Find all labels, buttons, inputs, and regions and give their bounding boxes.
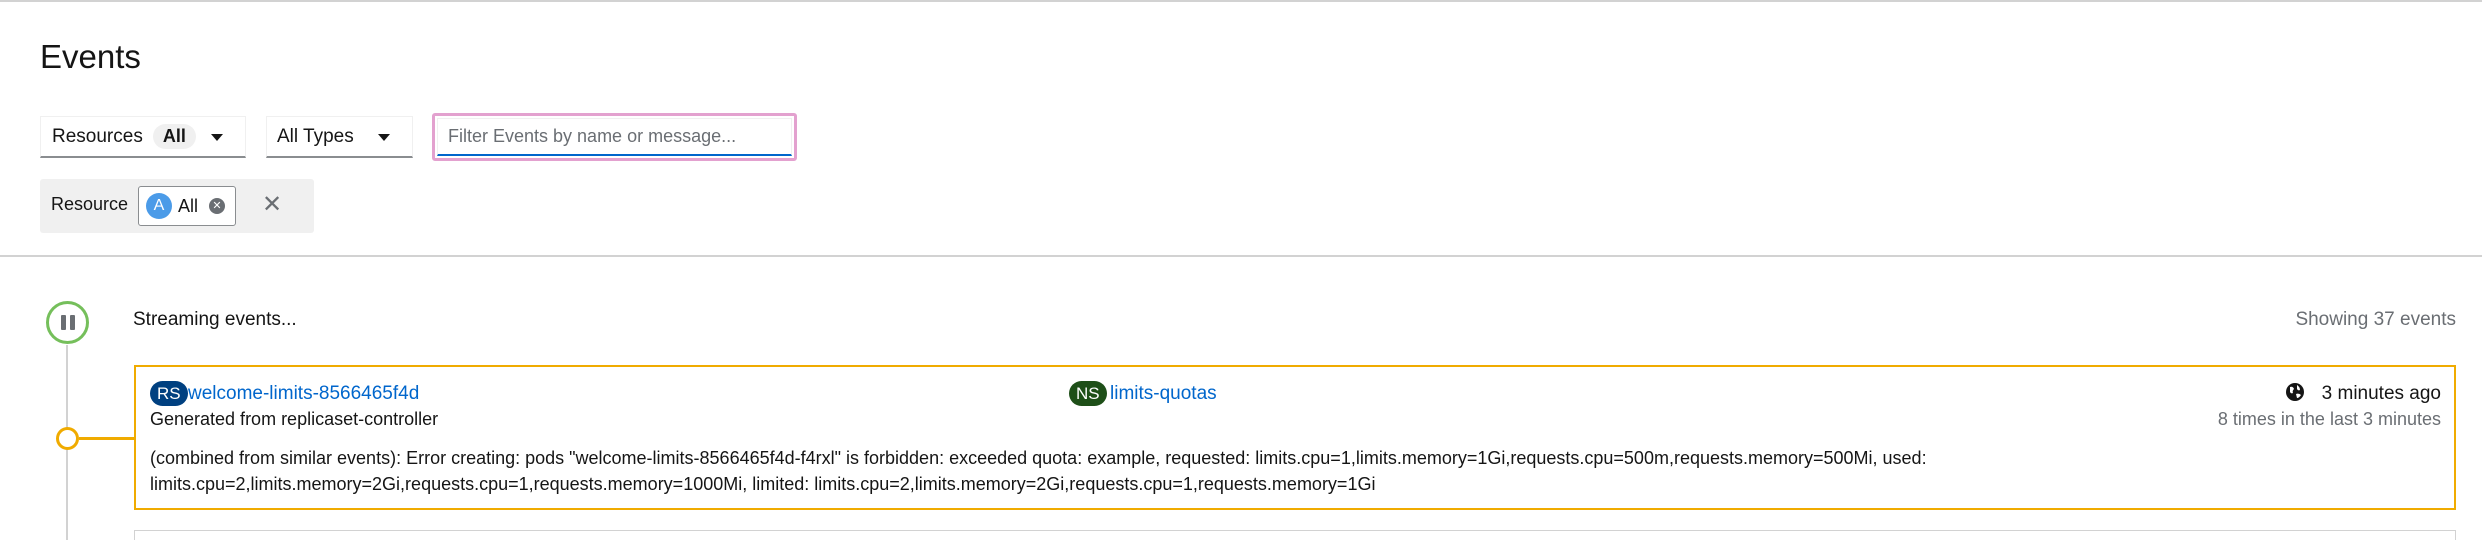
resources-dropdown-label: Resources bbox=[52, 125, 143, 147]
resource-chip-all: A All ✕ bbox=[138, 186, 236, 226]
filter-events-input[interactable] bbox=[437, 118, 792, 156]
resource-chip-group: Resource A All ✕ ✕ bbox=[40, 179, 314, 233]
events-count: Showing 37 events bbox=[2295, 309, 2456, 330]
top-border bbox=[0, 0, 2482, 2]
event-count: 8 times in the last 3 minutes bbox=[2217, 409, 2441, 429]
close-circle-icon[interactable]: ✕ bbox=[209, 198, 226, 214]
caret-down-icon bbox=[378, 134, 390, 141]
namespace-badge: NS bbox=[1069, 381, 1107, 406]
caret-down-icon bbox=[211, 134, 223, 141]
replicaset-badge: RS bbox=[150, 381, 188, 406]
section-divider bbox=[0, 255, 2482, 257]
resources-count-badge: All bbox=[152, 124, 196, 149]
event-card: RS welcome-limits-8566465f4d NS limits-q… bbox=[134, 365, 2456, 510]
chip-label: All bbox=[178, 195, 199, 216]
types-dropdown-label: All Types bbox=[277, 125, 354, 147]
namespace-link[interactable]: limits-quotas bbox=[1110, 381, 1217, 406]
pause-icon-bar bbox=[69, 315, 75, 330]
page-title: Events bbox=[40, 38, 141, 75]
globe-icon bbox=[2286, 383, 2304, 401]
types-dropdown[interactable]: All Types bbox=[266, 116, 413, 158]
chip-group-label: Resource bbox=[51, 194, 129, 214]
timeline-connector bbox=[79, 437, 135, 440]
close-icon[interactable]: ✕ bbox=[262, 191, 282, 219]
event-time: 3 minutes ago bbox=[2321, 383, 2441, 404]
event-message: (combined from similar events): Error cr… bbox=[150, 448, 1927, 494]
streaming-status: Streaming events... bbox=[133, 309, 297, 330]
filter-focus-ring bbox=[432, 113, 797, 161]
pause-icon bbox=[60, 315, 66, 330]
resources-dropdown[interactable]: Resources All bbox=[40, 116, 246, 158]
resource-letter-badge: A bbox=[146, 193, 172, 219]
event-source: Generated from replicaset-controller bbox=[150, 409, 439, 429]
resource-link[interactable]: welcome-limits-8566465f4d bbox=[188, 381, 419, 406]
pause-streaming-button[interactable] bbox=[46, 301, 89, 344]
timeline-event-dot bbox=[56, 427, 79, 450]
next-event-card bbox=[134, 530, 2456, 540]
